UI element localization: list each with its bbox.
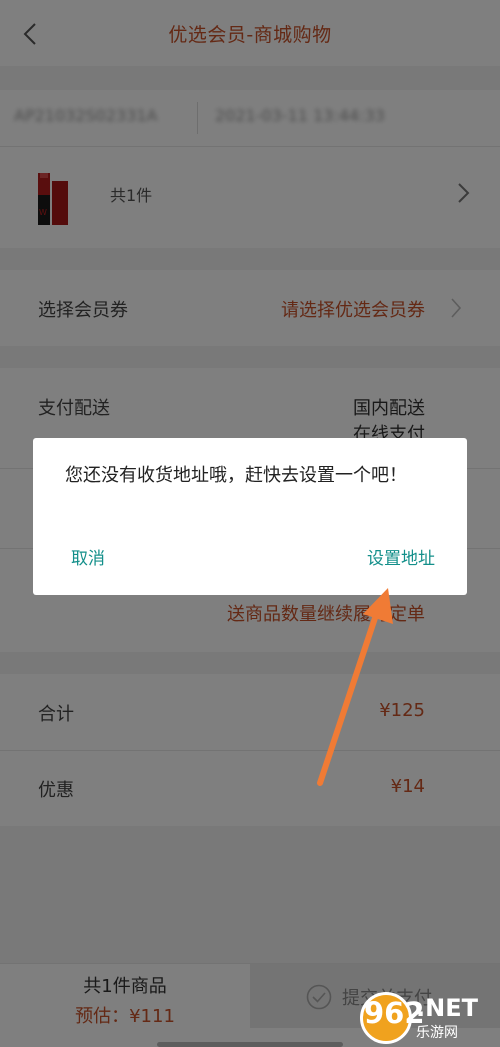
set-address-button[interactable]: 设置地址 <box>367 544 435 569</box>
address-alert-dialog: 您还没有收货地址哦，赶快去设置一个吧！ 取消 设置地址 <box>33 438 467 595</box>
order-confirm-page: 优选会员-商城购物 AP21032S02331A 2021-03-11 13:4… <box>0 0 500 1047</box>
watermark-chinese: 乐游网 <box>416 1025 458 1041</box>
watermark-suffix: .NET <box>416 994 478 1022</box>
cancel-button[interactable]: 取消 <box>71 544 105 569</box>
site-watermark: 962 .NET 乐游网 <box>360 992 494 1044</box>
dialog-message: 您还没有收货地址哦，赶快去设置一个吧！ <box>65 465 407 486</box>
